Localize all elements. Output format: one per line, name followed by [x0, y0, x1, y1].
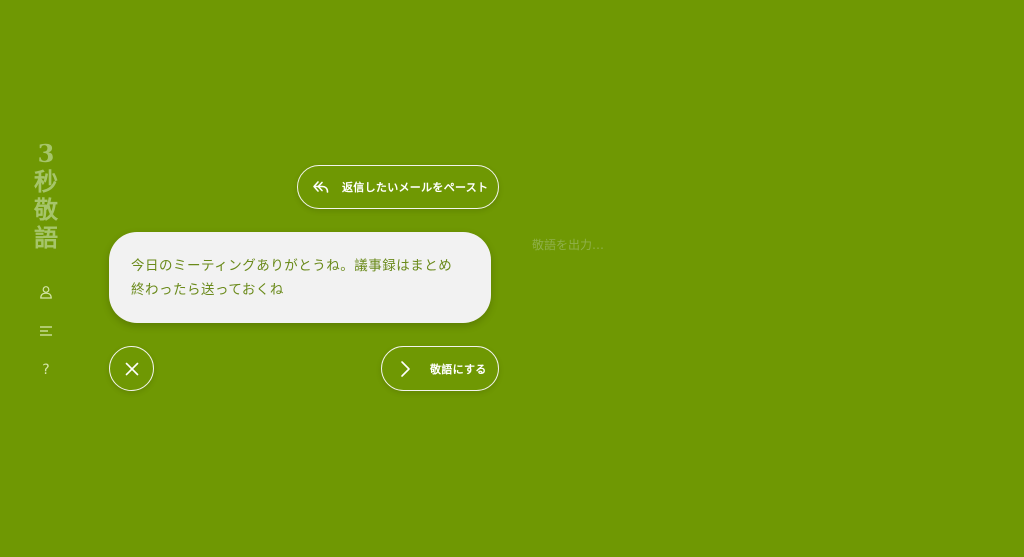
- logo-char: 秒: [34, 167, 58, 196]
- convert-to-keigo-button[interactable]: 敬語にする: [381, 346, 499, 391]
- output-placeholder: 敬語を出力…: [532, 238, 605, 252]
- menu-icon[interactable]: [36, 321, 56, 341]
- help-icon[interactable]: ?: [36, 360, 56, 380]
- message-input[interactable]: 今日のミーティングありがとうね。議事録はまとめ 終わったら送っておくね: [109, 232, 491, 323]
- paste-email-button[interactable]: 返信したいメールをペースト: [297, 165, 499, 209]
- paste-button-label: 返信したいメールをペースト: [342, 181, 489, 194]
- app-logo[interactable]: 3 秒 敬 語: [34, 140, 58, 252]
- chevron-right-icon: [394, 358, 416, 380]
- logo-char: 3: [37, 139, 55, 168]
- reply-icon: [310, 176, 332, 198]
- sidebar: 3 秒 敬 語 ?: [28, 140, 64, 380]
- logo-char: 語: [34, 223, 58, 252]
- clear-button[interactable]: [109, 346, 154, 391]
- message-line: 終わったら送っておくね: [131, 282, 284, 298]
- message-text: 今日のミーティングありがとうね。議事録はまとめ 終わったら送っておくね: [131, 254, 469, 302]
- convert-button-label: 敬語にする: [430, 362, 487, 376]
- help-glyph: ?: [42, 362, 50, 378]
- user-icon[interactable]: [36, 282, 56, 302]
- sidebar-nav: ?: [36, 282, 56, 380]
- close-icon: [124, 361, 140, 377]
- message-line: 今日のミーティングありがとうね。議事録はまとめ: [131, 258, 453, 274]
- logo-char: 敬: [34, 195, 58, 224]
